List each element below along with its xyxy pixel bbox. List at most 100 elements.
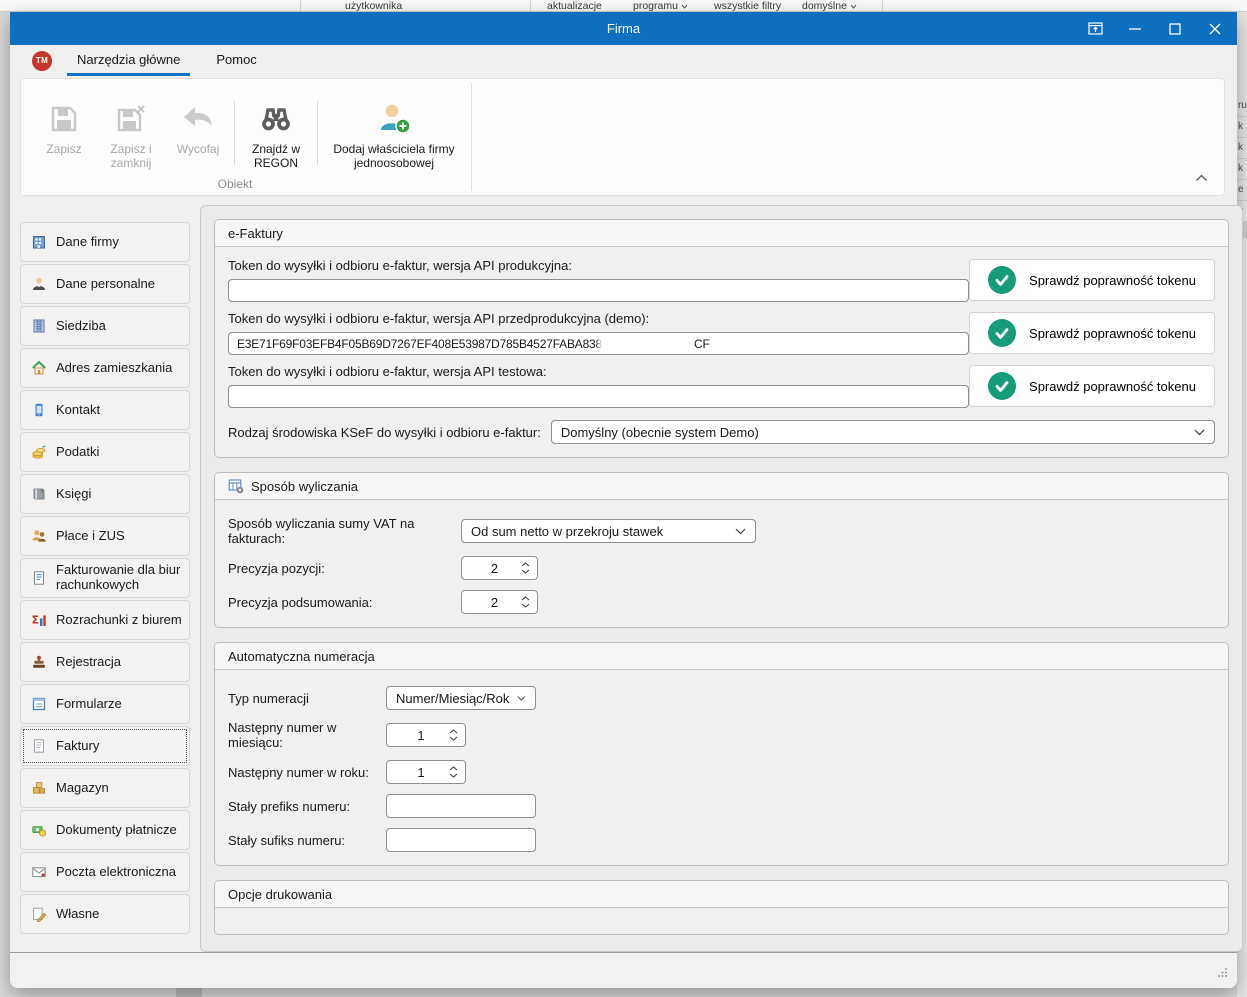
save-and-close-button[interactable]: Zapisz i zamknij xyxy=(96,82,166,192)
precision-position-stepper[interactable]: 2 xyxy=(461,556,538,580)
sidebar-item-dane-personalne[interactable]: Dane personalne xyxy=(20,264,190,304)
sidebar-item-place-i-zus[interactable]: Płace i ZUS xyxy=(20,516,190,556)
ribbon-collapse-button[interactable] xyxy=(1195,169,1208,187)
section-e-faktury: e-Faktury Token do wysyłki i odbioru e-f… xyxy=(214,219,1229,458)
number-suffix-label: Stały sufiks numeru: xyxy=(228,833,386,848)
sidebar-item-wlasne[interactable]: Własne xyxy=(20,894,190,934)
people-icon xyxy=(30,528,47,544)
next-number-year-value: 1 xyxy=(387,765,447,780)
sidebar-item-poczta-elektroniczna[interactable]: Poczta elektroniczna xyxy=(20,852,190,892)
add-sole-owner-button[interactable]: Dodaj właściciela firmy jednoosobowej xyxy=(324,82,464,192)
dock-window-icon[interactable] xyxy=(1087,21,1103,37)
sidebar-item-rozrachunki-z-biurem[interactable]: Σ Rozrachunki z biurem xyxy=(20,600,190,640)
sidebar-item-label: Faktury xyxy=(56,739,99,754)
sidebar-item-kontakt[interactable]: Kontakt xyxy=(20,390,190,430)
sidebar-item-fakturowanie-dla-biur[interactable]: Fakturowanie dla biur rachunkowych xyxy=(20,558,190,598)
sidebar-item-dane-firmy[interactable]: Dane firmy xyxy=(20,222,190,262)
token-production-input[interactable] xyxy=(228,279,969,302)
sidebar-item-adres-zamieszkania[interactable]: Adres zamieszkania xyxy=(20,348,190,388)
sidebar-item-label: Adres zamieszkania xyxy=(56,361,172,376)
sum-chart-icon: Σ xyxy=(30,612,47,628)
payment-icon xyxy=(30,822,47,838)
ribbon: Zapisz Zapisz i zamknij Wycofaj Znajdź w xyxy=(20,78,1225,196)
divider xyxy=(300,0,301,12)
check-token-production-button[interactable]: Sprawdź poprawność tokenu xyxy=(969,259,1215,301)
save-close-icon xyxy=(114,96,148,142)
precision-summary-label: Precyzja podsumowania: xyxy=(228,595,461,610)
background-taskbar-fragment xyxy=(176,988,202,997)
tab-narzedzia-glowne[interactable]: Narzędzia główne xyxy=(66,45,191,76)
sidebar-item-label: Rejestracja xyxy=(56,655,121,670)
close-button[interactable] xyxy=(1207,21,1223,37)
ksef-environment-select[interactable]: Domyślny (obecnie system Demo) xyxy=(551,420,1215,444)
section-title: Automatyczna numeracja xyxy=(228,649,375,664)
sidebar-item-ksiegi[interactable]: Księgi xyxy=(20,474,190,514)
sidebar-item-formularze[interactable]: Formularze xyxy=(20,684,190,724)
undo-button[interactable]: Wycofaj xyxy=(168,82,228,192)
office-building-icon xyxy=(30,318,47,334)
sidebar-item-dokumenty-platnicze[interactable]: Dokumenty płatnicze xyxy=(20,810,190,850)
vat-method-select[interactable]: Od sum netto w przekroju stawek xyxy=(461,519,756,543)
svg-text:Σ: Σ xyxy=(31,614,39,627)
save-button[interactable]: Zapisz xyxy=(34,82,94,192)
binoculars-icon xyxy=(258,96,294,142)
check-token-test-button[interactable]: Sprawdź poprawność tokenu xyxy=(969,365,1215,407)
number-suffix-input[interactable] xyxy=(386,828,536,852)
token-demo-input[interactable]: E3E71F69F03EFB4F05B69D7267EF408E53987D78… xyxy=(228,332,969,355)
number-prefix-input[interactable] xyxy=(386,794,536,818)
token-test-input[interactable] xyxy=(228,385,969,408)
book-icon xyxy=(30,486,47,502)
sidebar-item-faktury[interactable]: Faktury xyxy=(20,726,190,766)
numbering-type-value: Numer/Miesiąc/Rok xyxy=(396,691,509,706)
vat-method-label: Sposób wyliczania sumy VAT na fakturach: xyxy=(228,516,461,546)
maximize-button[interactable] xyxy=(1167,21,1183,37)
section-title: Opcje drukowania xyxy=(228,887,332,902)
next-number-month-value: 1 xyxy=(387,728,447,743)
settings-content-panel: e-Faktury Token do wysyłki i odbioru e-f… xyxy=(200,205,1243,952)
coins-icon xyxy=(30,444,47,460)
check-token-button-label: Sprawdź poprawność tokenu xyxy=(1029,326,1196,341)
background-list-item: e xyxy=(1237,180,1247,201)
ribbon-group-label: Obiekt xyxy=(33,177,437,191)
ribbon-tab-row: TM Narzędzia główne Pomoc xyxy=(10,45,1237,76)
sidebar-item-magazyn[interactable]: Magazyn xyxy=(20,768,190,808)
spinner-up-icon xyxy=(449,729,458,734)
sidebar-item-label: Dane firmy xyxy=(56,235,119,250)
minimize-button[interactable] xyxy=(1127,21,1143,37)
sidebar-item-podatki[interactable]: Podatki xyxy=(20,432,190,472)
chevron-down-icon xyxy=(850,4,857,9)
section-opcje-drukowania-header: Opcje drukowania xyxy=(215,881,1228,908)
background-ribbon-label: użytkownika xyxy=(345,0,402,12)
section-title: Sposób wyliczania xyxy=(251,479,358,494)
precision-summary-stepper[interactable]: 2 xyxy=(461,590,538,614)
sidebar-item-label: Dokumenty płatnicze xyxy=(56,823,177,838)
section-automatyczna-numeracja-header: Automatyczna numeracja xyxy=(215,643,1228,670)
tab-pomoc[interactable]: Pomoc xyxy=(205,45,267,76)
title-bar[interactable]: Firma xyxy=(10,12,1237,45)
boxes-icon xyxy=(30,780,47,796)
background-ribbon-label: wszystkie filtry xyxy=(714,0,781,12)
calculator-icon xyxy=(228,478,244,494)
person-icon xyxy=(30,276,47,292)
token-production-label: Token do wysyłki i odbioru e-faktur, wer… xyxy=(228,258,969,273)
next-number-month-stepper[interactable]: 1 xyxy=(386,723,466,747)
save-and-close-button-label: Zapisz i zamknij xyxy=(96,142,166,170)
app-logo[interactable]: TM xyxy=(32,51,52,71)
section-title: e-Faktury xyxy=(228,226,283,241)
find-in-regon-button[interactable]: Znajdź w REGON xyxy=(241,82,311,192)
sidebar-item-label: Fakturowanie dla biur rachunkowych xyxy=(56,563,183,593)
background-list-item: k xyxy=(1237,159,1247,180)
vat-method-value: Od sum netto w przekroju stawek xyxy=(471,524,663,539)
spinner-up-icon xyxy=(449,766,458,771)
sidebar-item-siedziba[interactable]: Siedziba xyxy=(20,306,190,346)
resize-grip[interactable] xyxy=(1218,964,1228,982)
next-number-year-stepper[interactable]: 1 xyxy=(386,760,466,784)
undo-button-label: Wycofaj xyxy=(177,142,220,156)
sidebar-item-rejestracja[interactable]: Rejestracja xyxy=(20,642,190,682)
add-sole-owner-button-label: Dodaj właściciela firmy jednoosobowej xyxy=(324,142,464,170)
numbering-type-select[interactable]: Numer/Miesiąc/Rok xyxy=(386,686,536,710)
save-button-label: Zapisz xyxy=(46,142,81,156)
check-token-demo-button[interactable]: Sprawdź poprawność tokenu xyxy=(969,312,1215,354)
spinner-up-icon xyxy=(521,562,530,567)
precision-position-label: Precyzja pozycji: xyxy=(228,561,461,576)
